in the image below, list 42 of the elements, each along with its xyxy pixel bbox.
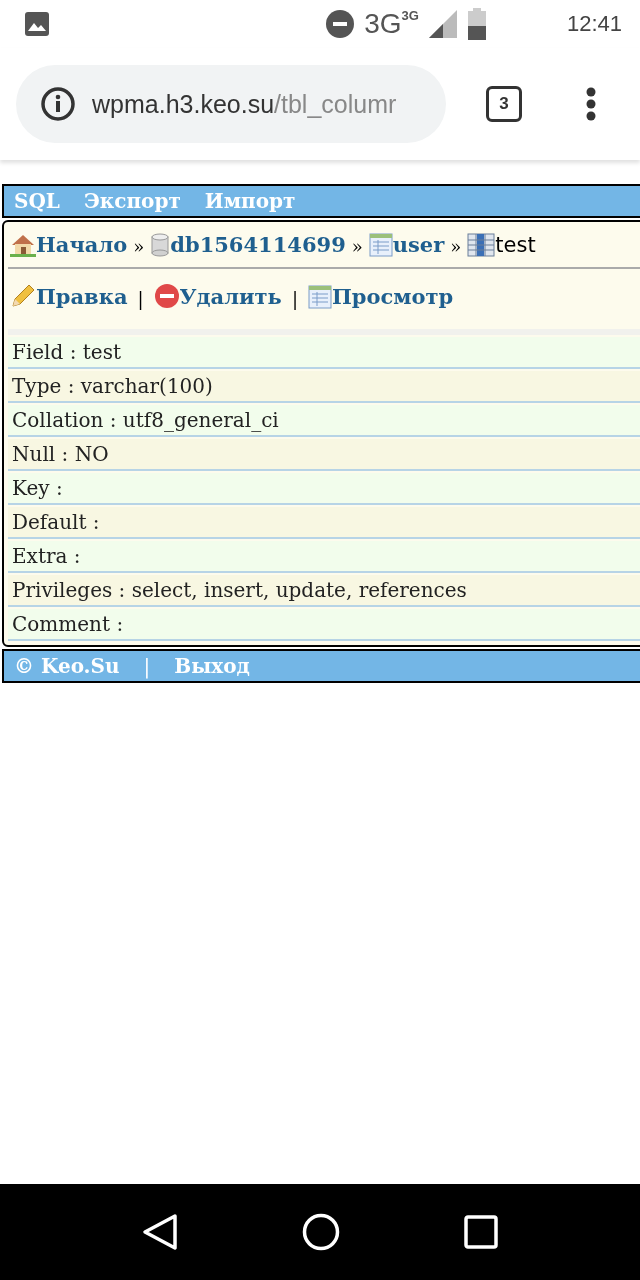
info-icon[interactable] <box>40 86 76 122</box>
house-icon <box>10 233 36 257</box>
property-row: Extra : <box>8 541 640 573</box>
clock: 12:41 <box>566 11 622 37</box>
battery-icon <box>466 8 487 40</box>
property-row: Default : <box>8 507 640 539</box>
action-link[interactable]: Просмотр <box>331 284 454 309</box>
separator: » <box>133 236 145 257</box>
table-column-icon <box>467 233 496 257</box>
separator: » <box>351 236 363 257</box>
delete-icon <box>153 283 180 309</box>
breadcrumb-link[interactable]: db1564114699 <box>170 232 346 257</box>
tab-count-button[interactable]: 3 <box>486 86 522 122</box>
property-row: Comment : <box>8 609 640 641</box>
image-icon <box>24 11 50 37</box>
home-icon[interactable] <box>302 1213 340 1251</box>
recents-icon[interactable] <box>464 1215 498 1249</box>
property-row: Collation : utf8_general_ci <box>8 405 640 437</box>
table-icon <box>368 233 393 257</box>
separator: | <box>291 288 298 309</box>
separator: | <box>137 288 144 309</box>
more-menu-icon[interactable] <box>586 87 596 121</box>
pencil-icon <box>10 283 36 309</box>
property-row: Null : NO <box>8 439 640 471</box>
current-column-name: test <box>495 233 536 257</box>
action-link[interactable]: Удалить <box>179 284 282 309</box>
copyright-text: © Keo.Su <box>14 654 120 678</box>
property-row: Type : varchar(100) <box>8 371 640 403</box>
separator: | <box>143 654 151 678</box>
database-icon <box>150 233 171 257</box>
property-row: Field : test <box>8 337 640 369</box>
action-link[interactable]: Правка <box>36 284 128 309</box>
table-icon <box>307 285 332 309</box>
separator: » <box>450 236 462 257</box>
do-not-disturb-icon <box>326 10 355 38</box>
breadcrumb-link[interactable]: Начало <box>36 232 128 257</box>
property-row: Key : <box>8 473 640 505</box>
signal-icon <box>428 10 457 38</box>
property-row: Privileges : select, insert, update, references <box>8 575 640 607</box>
back-icon[interactable] <box>142 1213 178 1251</box>
breadcrumb-link[interactable]: user <box>392 232 445 257</box>
address-bar[interactable]: wpma.h3.keo.su/tbl_columr <box>16 65 446 143</box>
